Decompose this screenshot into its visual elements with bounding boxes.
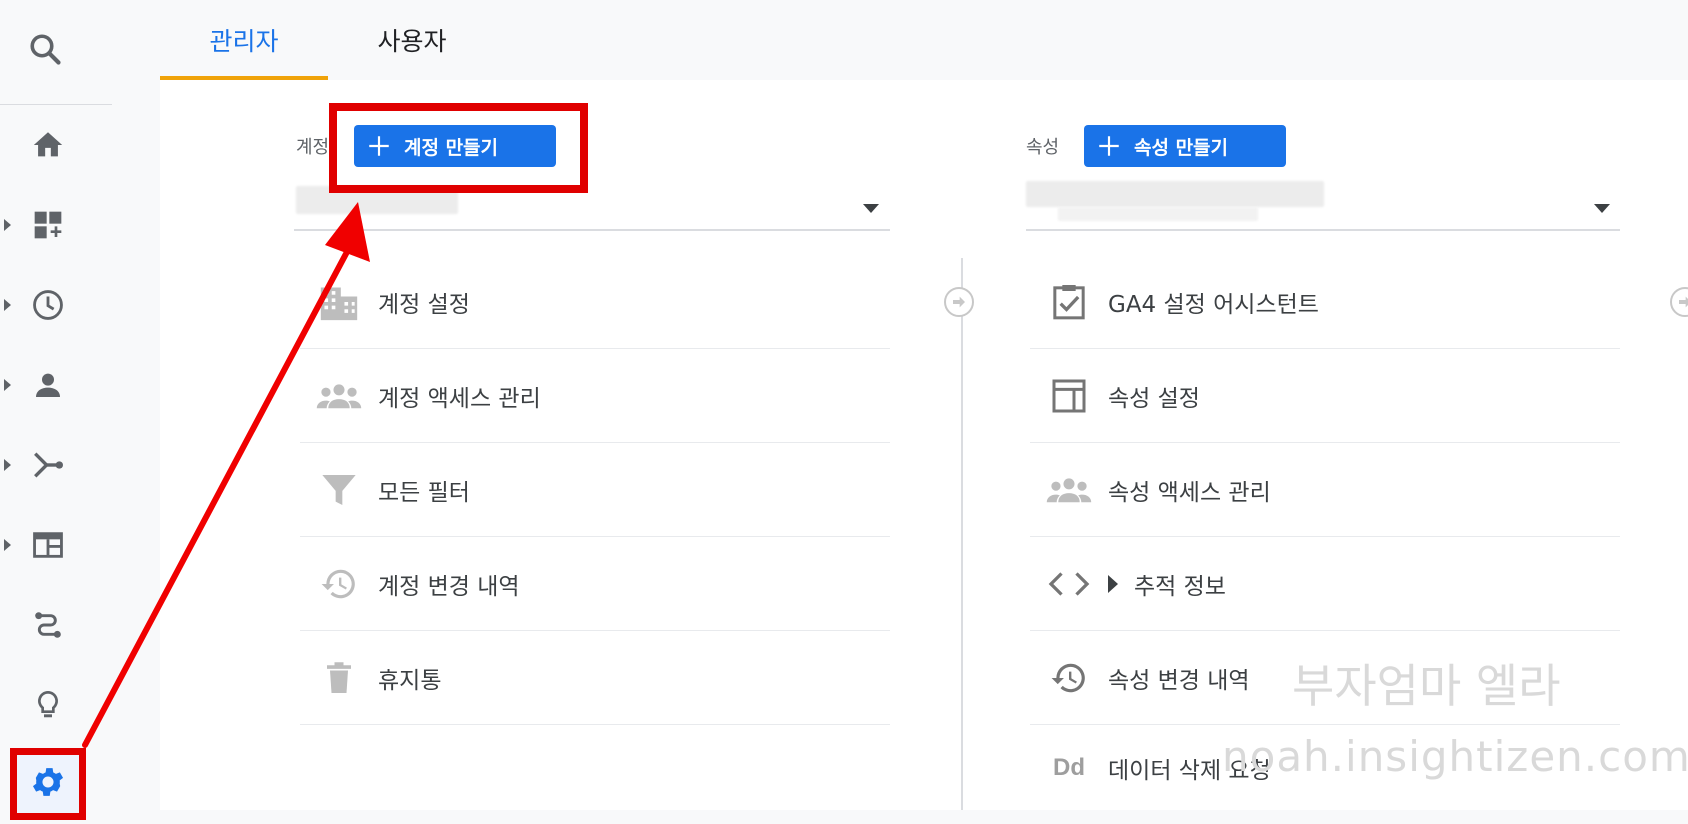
nav-conversions[interactable] (0, 595, 112, 655)
person-icon (28, 367, 68, 403)
expand-caret-icon (4, 459, 11, 471)
row-label: 계정 설정 (378, 291, 470, 318)
expand-caret-icon[interactable] (1108, 574, 1118, 593)
trash-row[interactable]: 휴지통 (300, 631, 890, 725)
dd-icon: Dd (1030, 754, 1108, 782)
create-property-button[interactable]: 속성 만들기 (1084, 125, 1286, 167)
property-access-row[interactable]: 속성 액세스 관리 (1030, 443, 1620, 537)
property-selector-value[interactable] (1026, 181, 1324, 207)
row-label: 추적 정보 (1134, 573, 1226, 600)
expand-caret-icon (4, 299, 11, 311)
row-label: 휴지통 (378, 667, 442, 694)
tab-user[interactable]: 사용자 (328, 0, 496, 80)
create-property-label: 속성 만들기 (1134, 136, 1229, 159)
history-icon (300, 565, 378, 603)
property-change-history-row[interactable]: 속성 변경 내역 (1030, 631, 1620, 725)
row-label: 속성 액세스 관리 (1108, 479, 1271, 506)
nav-acquisition[interactable] (0, 435, 112, 495)
admin-gear-button[interactable] (10, 748, 86, 820)
all-filters-row[interactable]: 모든 필터 (300, 443, 890, 537)
tracking-info-row[interactable]: 추적 정보 (1030, 537, 1620, 631)
layout-icon (1030, 376, 1108, 416)
arrow-right-circle-icon (944, 287, 974, 317)
gear-icon (29, 763, 67, 805)
nav-audience[interactable] (0, 355, 112, 415)
account-settings-row[interactable]: 계정 설정 (300, 255, 890, 349)
left-nav-rail (0, 0, 160, 824)
row-label: 계정 변경 내역 (378, 573, 520, 600)
people-icon (1030, 473, 1108, 507)
row-label: 데이터 삭제 요청 (1108, 757, 1271, 784)
row-label: 계정 액세스 관리 (378, 385, 541, 412)
property-selector-underline (1026, 229, 1620, 231)
property-column-label: 속성 (1026, 137, 1060, 158)
nav-home[interactable] (0, 115, 112, 175)
filter-icon (300, 470, 378, 510)
account-column-label: 계정 (296, 137, 330, 158)
account-access-row[interactable]: 계정 액세스 관리 (300, 349, 890, 443)
trash-icon (300, 657, 378, 699)
dropdown-arrow-icon[interactable] (1594, 204, 1610, 213)
lightbulb-icon (28, 687, 68, 723)
checklist-icon (1030, 281, 1108, 323)
account-change-history-row[interactable]: 계정 변경 내역 (300, 537, 890, 631)
row-label: 속성 설정 (1108, 385, 1200, 412)
nav-customization[interactable] (0, 195, 112, 255)
highlight-box (329, 103, 588, 193)
search-icon[interactable] (22, 26, 68, 72)
row-label: 모든 필터 (378, 479, 470, 506)
data-deletion-request-row[interactable]: Dd 데이터 삭제 요청 (1030, 725, 1620, 810)
rail-divider (0, 104, 112, 105)
property-settings-row[interactable]: 속성 설정 (1030, 349, 1620, 443)
merge-icon (28, 447, 68, 483)
row-label: GA4 설정 어시스턴트 (1108, 291, 1319, 318)
dd-glyph: Dd (1053, 753, 1085, 781)
history-icon (1030, 659, 1108, 697)
expand-caret-icon (4, 219, 11, 231)
nav-insights[interactable] (0, 675, 112, 735)
building-icon (300, 282, 378, 322)
nav-behavior[interactable] (0, 515, 112, 575)
column-divider (961, 258, 963, 810)
admin-tabs: 관리자 사용자 (160, 0, 1688, 80)
property-selector-subvalue (1058, 207, 1258, 221)
web-layout-icon (28, 527, 68, 563)
clock-icon (28, 287, 68, 323)
code-icon (1030, 569, 1108, 599)
account-selector-underline (294, 229, 890, 231)
tab-admin[interactable]: 관리자 (160, 0, 328, 80)
people-icon (300, 379, 378, 413)
expand-caret-icon (4, 379, 11, 391)
nav-realtime[interactable] (0, 275, 112, 335)
plus-icon (1084, 133, 1134, 159)
ga4-setup-assistant-row[interactable]: GA4 설정 어시스턴트 (1030, 255, 1620, 349)
route-icon (28, 607, 68, 643)
dropdown-arrow-icon[interactable] (863, 204, 879, 213)
dashboard-add-icon (28, 207, 68, 243)
expand-caret-icon (4, 539, 11, 551)
row-label: 속성 변경 내역 (1108, 667, 1250, 694)
home-icon (28, 127, 68, 163)
